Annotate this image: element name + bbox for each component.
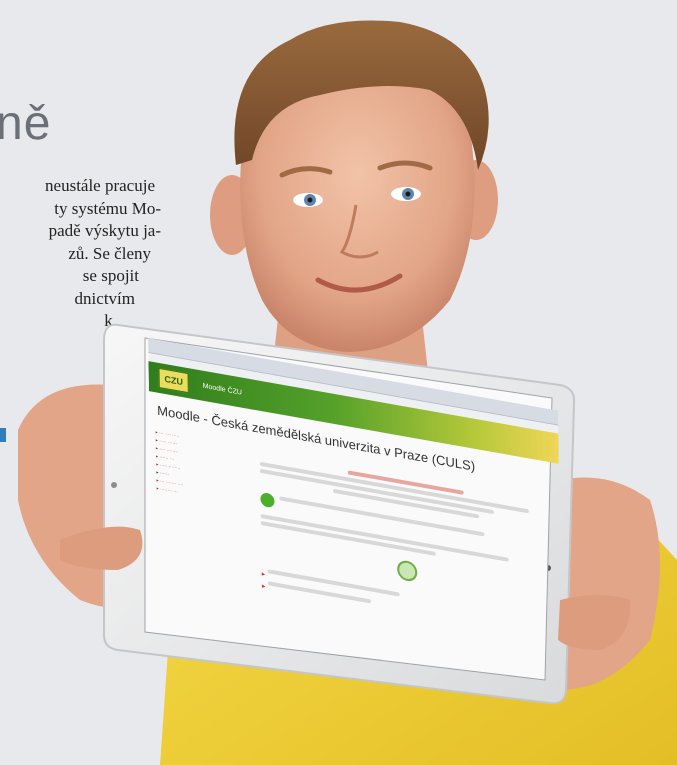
seal-icon (397, 558, 418, 583)
sidebar: ▸ ··· ···· ····· ▸ ····· ······ ▸ ···· ·… (149, 422, 254, 597)
header-link[interactable]: Moodle ČZU (203, 382, 242, 396)
tablet-camera (111, 482, 117, 488)
czu-logo: CZU (158, 367, 189, 394)
check-icon (260, 491, 275, 509)
